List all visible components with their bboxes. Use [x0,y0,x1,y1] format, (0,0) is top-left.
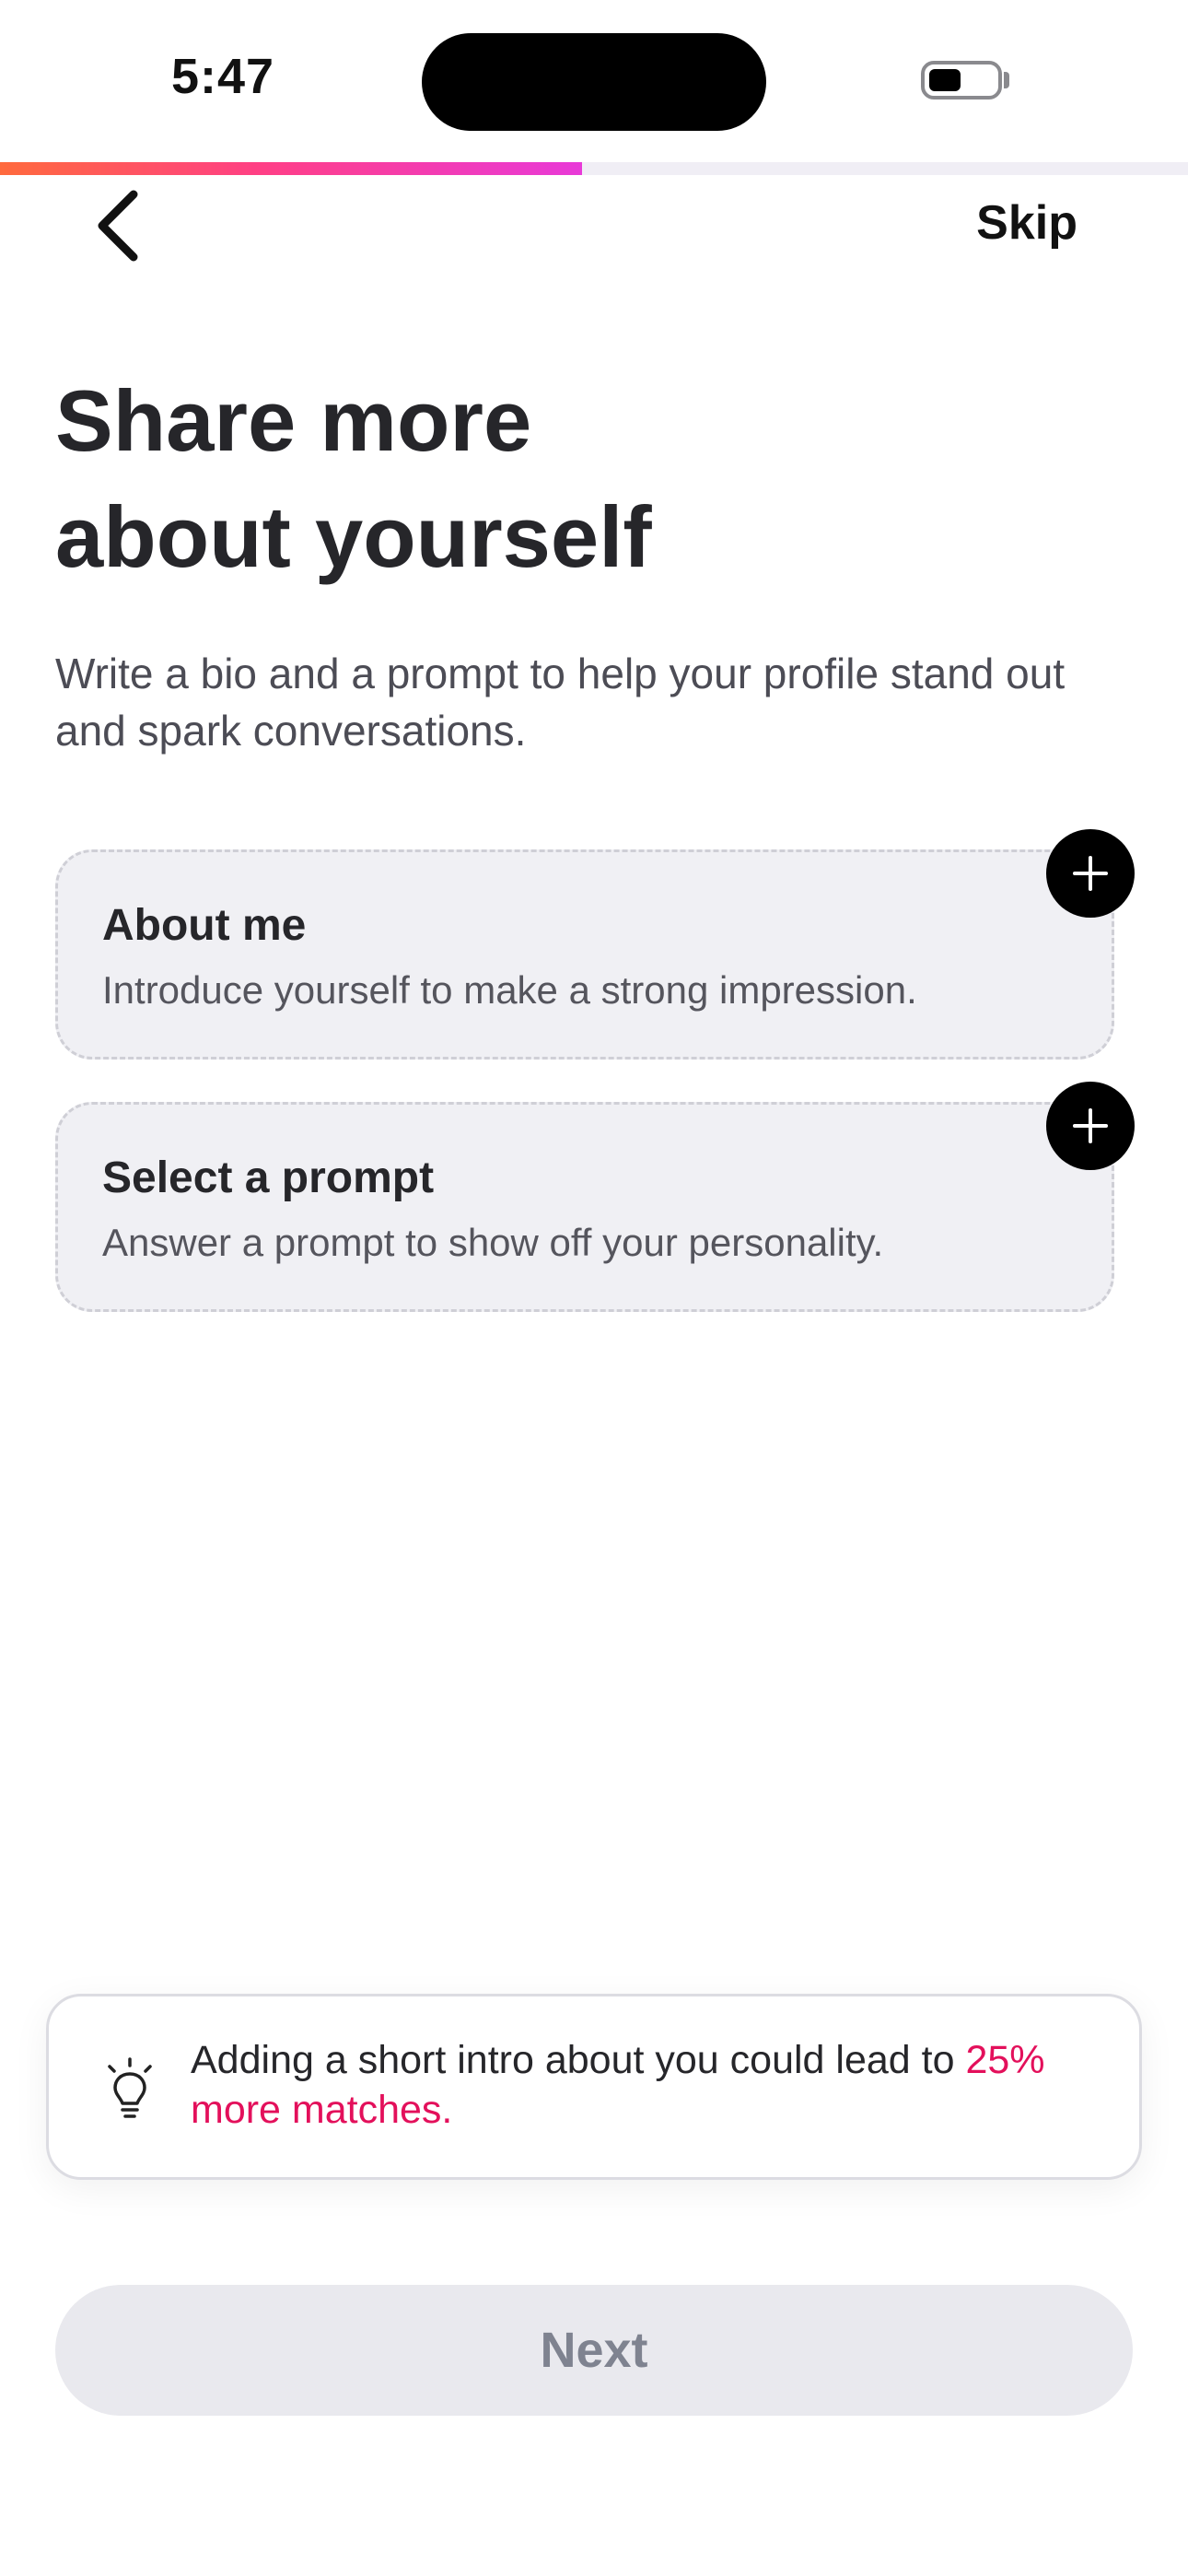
lightbulb-icon [108,2057,152,2118]
page-title: Share more about yourself [55,363,1068,595]
status-time: 5:47 [171,49,275,104]
battery-level [929,69,961,91]
back-button[interactable] [85,184,149,267]
select-prompt-title: Select a prompt [102,1153,435,1202]
battery-tip [1004,72,1009,88]
battery-icon [921,61,1002,100]
page-subtitle: Write a bio and a prompt to help your pr… [55,650,1066,755]
onboarding-screen: 5:47 Skip Share more about yourself Writ… [0,0,1188,2576]
title-line-1: Share more [55,372,532,469]
select-prompt-card[interactable]: Select a prompt Answer a prompt to show … [55,1102,1114,1312]
title-line-2: about yourself [55,488,652,585]
dynamic-island [422,33,766,131]
about-me-title: About me [102,901,307,950]
tip-text: Adding a short intro about you could lea… [191,2035,1112,2135]
tip-banner: Adding a short intro about you could lea… [46,1994,1142,2180]
add-prompt-button[interactable] [1046,1082,1135,1170]
skip-button[interactable]: Skip [976,195,1077,251]
plus-icon [1073,856,1108,891]
add-about-me-button[interactable] [1046,829,1135,918]
about-me-description: Introduce yourself to make a strong impr… [102,968,917,1012]
chevron-left-icon [98,190,138,262]
progress-fill [0,162,583,175]
plus-icon [1073,1108,1108,1143]
next-button[interactable]: Next [55,2285,1133,2416]
tip-text-main: Adding a short intro about you could lea… [191,2038,966,2082]
about-me-card[interactable]: About me Introduce yourself to make a st… [55,849,1114,1060]
progress-bar [0,162,1188,175]
select-prompt-description: Answer a prompt to show off your persona… [102,1221,884,1264]
